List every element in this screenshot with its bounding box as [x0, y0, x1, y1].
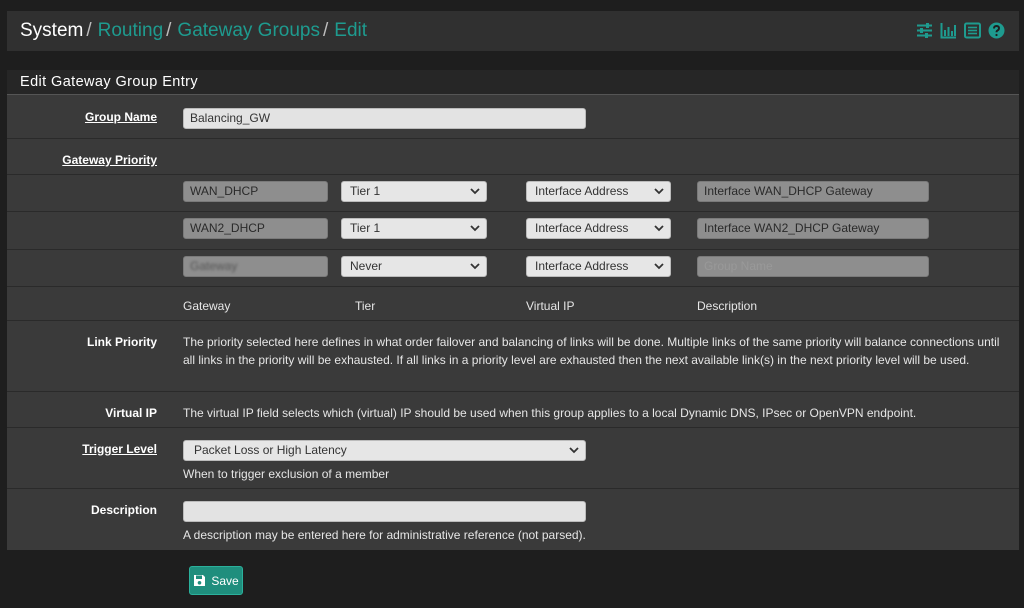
row-divider: [7, 320, 1019, 321]
column-header-gateway: Gateway: [183, 299, 231, 313]
trigger-level-select[interactable]: Packet Loss or High Latency: [183, 440, 586, 461]
virtual-ip-select-value: Interface Address: [535, 221, 629, 235]
gateway-description-field: Interface WAN2_DHCP Gateway: [697, 218, 929, 239]
virtual-ip-label: Virtual IP: [105, 406, 157, 420]
virtual-ip-select[interactable]: Interface Address: [526, 256, 671, 277]
tier-select[interactable]: Never: [341, 256, 487, 277]
virtual-ip-select[interactable]: Interface Address: [526, 181, 671, 202]
gateway-name-field: Gateway: [183, 256, 328, 277]
description-label: Description: [90, 503, 157, 517]
description-input[interactable]: [183, 501, 586, 522]
row-divider: [7, 488, 1019, 489]
link-priority-text: The priority selected here defines in wh…: [183, 335, 1000, 367]
breadcrumb-separator: /: [86, 20, 92, 41]
gateway-description-field: Interface WAN_DHCP Gateway: [697, 181, 929, 202]
row-divider: [7, 138, 1019, 139]
row-divider: [7, 286, 1019, 287]
gateway-name-field: WAN2_DHCP: [183, 218, 328, 239]
save-button[interactable]: Save: [189, 566, 243, 595]
gateway-priority-label: Gateway Priority: [62, 153, 157, 167]
breadcrumb-edit[interactable]: Edit: [334, 20, 367, 41]
chevron-down-icon: [654, 263, 664, 270]
group-name-label: Group Name: [84, 110, 157, 124]
link-priority-label: Link Priority: [86, 335, 157, 349]
chevron-down-icon: [470, 188, 480, 195]
tier-select[interactable]: Tier 1: [341, 181, 487, 202]
breadcrumb-separator: /: [323, 20, 329, 41]
chevron-down-icon: [470, 263, 480, 270]
row-divider: [7, 427, 1019, 428]
column-header-virtual-ip: Virtual IP: [526, 299, 575, 313]
tier-select[interactable]: Tier 1: [341, 218, 487, 239]
tier-select-value: Tier 1: [350, 184, 381, 198]
row-divider: [7, 249, 1019, 250]
row-divider: [7, 391, 1019, 392]
edit-gateway-group-panel: Edit Gateway Group Entry Group Name Bala…: [7, 70, 1019, 550]
panel-title: Edit Gateway Group Entry: [20, 74, 199, 90]
description-help: A description may be entered here for ad…: [183, 528, 586, 542]
virtual-ip-select-value: Interface Address: [535, 259, 629, 273]
chart-icon[interactable]: [940, 22, 957, 39]
virtual-ip-select-value: Interface Address: [535, 184, 629, 198]
save-icon: [194, 575, 206, 586]
group-name-input[interactable]: Balancing_GW: [183, 108, 586, 129]
panel-heading: Edit Gateway Group Entry: [7, 70, 1019, 95]
breadcrumb: System / Routing / Gateway Groups / Edit: [20, 20, 367, 42]
trigger-level-help: When to trigger exclusion of a member: [183, 467, 390, 481]
row-divider: [7, 174, 1019, 175]
help-icon[interactable]: [988, 22, 1005, 39]
header-icons: [916, 22, 1005, 39]
column-header-tier: Tier: [355, 299, 376, 313]
breadcrumb-gateway-groups[interactable]: Gateway Groups: [177, 20, 320, 41]
list-icon[interactable]: [964, 22, 981, 39]
gateway-name-redacted: Gateway: [190, 259, 238, 273]
breadcrumb-routing[interactable]: Routing: [98, 20, 164, 41]
trigger-level-label: Trigger Level: [82, 442, 157, 456]
gateway-name-field: WAN_DHCP: [183, 181, 328, 202]
tier-select-value: Never: [350, 259, 383, 273]
virtual-ip-text: The virtual IP field selects which (virt…: [183, 406, 917, 420]
breadcrumb-separator: /: [166, 20, 172, 41]
save-button-label: Save: [211, 573, 239, 588]
gateway-description-field[interactable]: Group Name: [697, 256, 929, 277]
chevron-down-icon: [470, 225, 480, 232]
chevron-down-icon: [569, 447, 579, 454]
virtual-ip-select[interactable]: Interface Address: [526, 218, 671, 239]
sliders-icon[interactable]: [916, 22, 933, 39]
chevron-down-icon: [654, 225, 664, 232]
page-header: System / Routing / Gateway Groups / Edit: [7, 11, 1019, 51]
tier-select-value: Tier 1: [350, 221, 381, 235]
trigger-level-value: Packet Loss or High Latency: [194, 443, 347, 457]
row-divider: [7, 211, 1019, 212]
column-header-description: Description: [697, 299, 758, 313]
chevron-down-icon: [654, 188, 664, 195]
breadcrumb-system: System: [20, 20, 84, 41]
